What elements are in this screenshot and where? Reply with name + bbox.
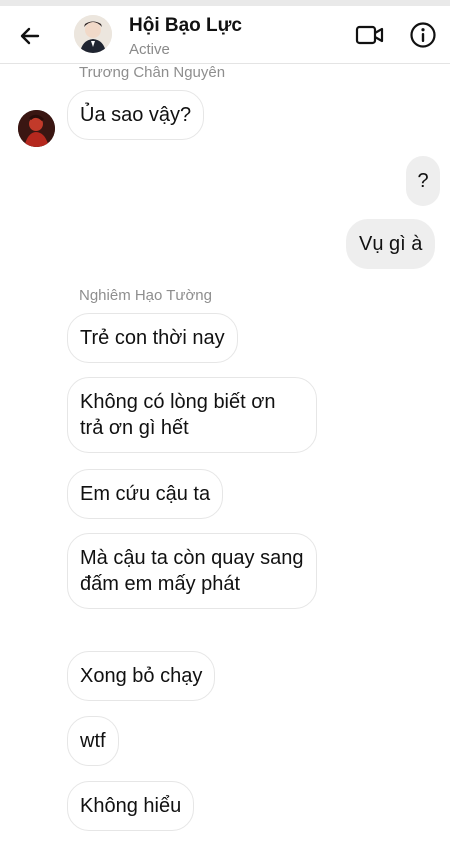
message-bubble[interactable]: Trẻ con thời nay [67,313,238,363]
message-bubble[interactable]: Xong bỏ chạy [67,651,216,701]
video-call-icon [355,25,384,45]
avatar[interactable] [18,110,55,147]
group-avatar[interactable] [74,15,112,53]
message-bubble[interactable]: ? [406,156,440,206]
message-bubble[interactable]: wtf [67,716,119,766]
info-icon [410,22,436,48]
arrow-left-icon [20,27,40,45]
sender-name: Trương Chân Nguyên [79,64,226,81]
message-bubble[interactable]: Vụ gì à [346,219,436,269]
message-bubble[interactable]: Không có lòng biết ơn trả ơn gì hết [67,377,317,453]
group-title[interactable]: Hội Bạo Lực [129,15,242,37]
back-button[interactable] [14,20,46,52]
message-bubble[interactable]: Không hiểu [67,781,195,831]
chat-header: Hội Bạo Lực Active [0,6,450,64]
message-bubble[interactable]: Mà cậu ta còn quay sang đấm em mấy phát [67,533,317,609]
active-status: Active [129,41,170,58]
info-button[interactable] [406,18,440,52]
message-bubble[interactable]: Ủa sao vậy? [67,90,205,140]
message-bubble[interactable]: Em cứu cậu ta [67,469,224,519]
video-call-button[interactable] [352,20,388,50]
sender-name: Nghiêm Hạo Tường [79,287,212,304]
